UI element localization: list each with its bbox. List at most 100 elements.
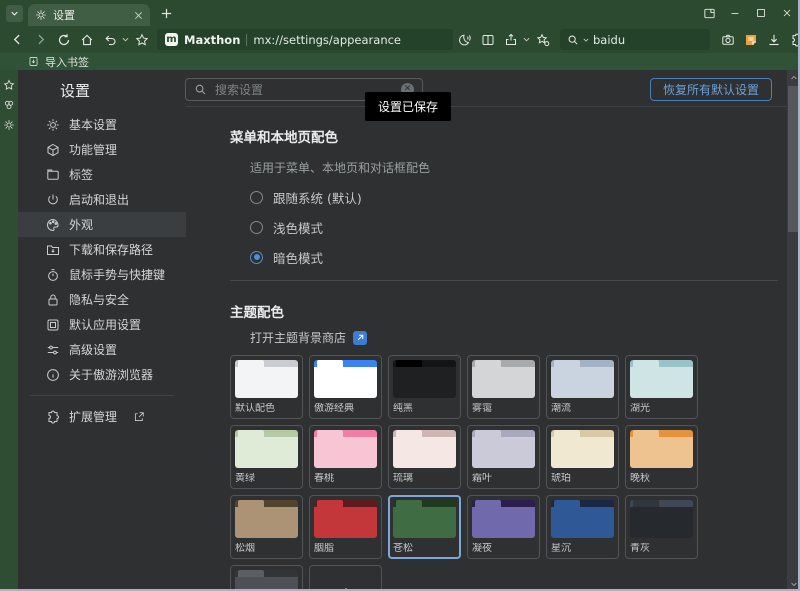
address-bar[interactable]: m Maxthon mx://settings/appearance	[157, 29, 453, 50]
read-aloud-icon[interactable]	[453, 29, 476, 51]
extensions-puzzle-icon[interactable]	[785, 29, 800, 51]
sidebar-item-extensions[interactable]: 扩展管理	[18, 404, 186, 429]
split-screen-button[interactable]	[696, 0, 722, 26]
color-mode-option-1[interactable]: 浅色模式	[250, 218, 778, 236]
notes-icon[interactable]	[739, 29, 762, 51]
theme-name-label: 苍松	[393, 543, 456, 554]
tab-close-icon[interactable]	[134, 11, 143, 20]
theme-name-label: 潮流	[551, 403, 614, 414]
theme-tile-琥珀[interactable]: 琥珀	[546, 425, 619, 489]
external-link-icon	[133, 411, 145, 423]
color-mode-option-0[interactable]: 跟随系统 (默认)	[250, 188, 778, 206]
download-icon[interactable]	[762, 29, 785, 51]
tab-settings[interactable]: 设置	[28, 4, 150, 26]
theme-preview	[551, 430, 614, 468]
favorites-manager-icon[interactable]	[531, 29, 554, 51]
close-button[interactable]	[774, 0, 800, 26]
theme-preview	[472, 360, 535, 398]
theme-tile-琉璃[interactable]: 琉璃	[388, 425, 461, 489]
theme-tile-霜叶[interactable]: 霜叶	[467, 425, 540, 489]
theme-store-link[interactable]: 打开主题背景商店	[250, 329, 778, 346]
theme-preview	[393, 500, 456, 538]
theme-name-label: 胭脂	[314, 543, 377, 554]
theme-preview	[314, 500, 377, 538]
sidebar-item-appearance[interactable]: 外观	[18, 212, 186, 237]
theme-preview	[393, 430, 456, 468]
theme-name-label: 纯黑	[393, 403, 456, 414]
settings-saved-toast: 设置已保存	[365, 92, 451, 121]
maximize-button[interactable]	[748, 0, 774, 26]
maxnote-clover-icon[interactable]	[3, 99, 15, 111]
sidebar-item-features[interactable]: 功能管理	[18, 137, 186, 162]
undo-dropdown-caret-icon[interactable]	[121, 29, 130, 51]
theme-tile-黄绿[interactable]: 黄绿	[230, 425, 303, 489]
scrollbar-up-arrow-icon[interactable]	[787, 71, 800, 84]
page-title: 设置	[60, 80, 90, 101]
sidebar-item-advanced[interactable]: 高级设置	[18, 337, 186, 362]
color-mode-options: 跟随系统 (默认) 浅色模式暗色模式	[230, 188, 778, 266]
sidebar-item-default-apps[interactable]: 默认应用设置	[18, 312, 186, 337]
sidebar-item-startup[interactable]: 启动和退出	[18, 187, 186, 212]
palette-icon	[46, 218, 60, 232]
favorite-star-button[interactable]	[130, 29, 153, 51]
theme-tile-胭脂[interactable]: 胭脂	[309, 495, 382, 559]
sidebar-item-downloads[interactable]: 下载和保存路径	[18, 237, 186, 262]
theme-tile-星沉[interactable]: 星沉	[546, 495, 619, 559]
page-scrollbar[interactable]	[787, 70, 800, 591]
theme-tile-松烟[interactable]: 松烟	[230, 495, 303, 559]
theme-tile-青灰[interactable]: 青灰	[625, 495, 698, 559]
sidebar-item-gestures[interactable]: 鼠标手势与快捷键	[18, 262, 186, 287]
plus-icon	[334, 585, 358, 591]
info-icon	[46, 368, 60, 382]
favorites-panel-star-icon[interactable]	[3, 79, 15, 91]
sidebar-item-privacy[interactable]: 隐私与安全	[18, 287, 186, 312]
settings-panel-gear-icon[interactable]	[3, 119, 15, 131]
theme-tile-暗夜[interactable]: 暗夜	[230, 565, 303, 591]
theme-tile-雾霭[interactable]: 雾霭	[467, 355, 540, 419]
theme-preview	[235, 430, 298, 468]
settings-content: 菜单和本地页配色 适用于菜单、本地页和对话框配色 跟随系统 (默认)浅色模式暗色…	[230, 106, 778, 591]
theme-tile-默认配色[interactable]: 默认配色	[230, 355, 303, 419]
theme-tile-晚秋[interactable]: 晚秋	[625, 425, 698, 489]
address-url: mx://settings/appearance	[253, 33, 401, 47]
color-mode-option-2[interactable]: 暗色模式	[250, 248, 778, 266]
import-bookmarks-button[interactable]: 导入书签	[45, 54, 89, 70]
radio-icon	[250, 191, 263, 204]
theme-name-label: 晚秋	[630, 473, 693, 484]
refresh-button[interactable]	[52, 29, 75, 51]
quick-search-bar[interactable]: baidu	[560, 29, 710, 50]
share-icon[interactable]	[499, 29, 522, 51]
theme-tile-春桃[interactable]: 春桃	[309, 425, 382, 489]
tab-list-dropdown-button[interactable]	[6, 5, 23, 22]
reading-mode-icon[interactable]	[476, 29, 499, 51]
sidebar-item-about[interactable]: 关于傲游浏览器	[18, 362, 186, 387]
chevron-down-icon	[9, 8, 20, 19]
back-button[interactable]	[6, 29, 29, 51]
settings-page: 设置 ✕ 恢复所有默认设置 设置已保存 基本设置功能管理标签启动和退出外观下载和…	[18, 70, 800, 591]
theme-tile-苍松[interactable]: 苍松	[388, 495, 461, 559]
theme-tile-凝夜[interactable]: 凝夜	[467, 495, 540, 559]
theme-preview	[393, 360, 456, 398]
screenshot-camera-icon[interactable]	[716, 29, 739, 51]
restore-defaults-button[interactable]: 恢复所有默认设置	[650, 78, 772, 101]
scrollbar-down-arrow-icon[interactable]	[787, 577, 800, 590]
new-tab-button[interactable]	[160, 7, 173, 20]
folder-down-icon	[46, 243, 60, 257]
sidebar-item-tabs[interactable]: 标签	[18, 162, 186, 187]
undo-closed-tab-button[interactable]	[98, 29, 121, 51]
address-separator	[246, 34, 247, 46]
minimize-button[interactable]	[722, 0, 748, 26]
sidebar-item-basic[interactable]: 基本设置	[18, 112, 186, 137]
theme-tile-纯黑[interactable]: 纯黑	[388, 355, 461, 419]
theme-preview	[472, 500, 535, 538]
home-button[interactable]	[75, 29, 98, 51]
theme-tile-湖光[interactable]: 湖光	[625, 355, 698, 419]
scrollbar-thumb[interactable]	[788, 86, 799, 232]
theme-preview	[630, 500, 693, 538]
theme-tile-傲游经典[interactable]: 傲游经典	[309, 355, 382, 419]
theme-tile-潮流[interactable]: 潮流	[546, 355, 619, 419]
cube-icon	[46, 143, 60, 157]
add-theme-tile[interactable]	[309, 565, 382, 591]
share-dropdown-caret-icon[interactable]	[522, 29, 531, 51]
forward-button[interactable]	[29, 29, 52, 51]
